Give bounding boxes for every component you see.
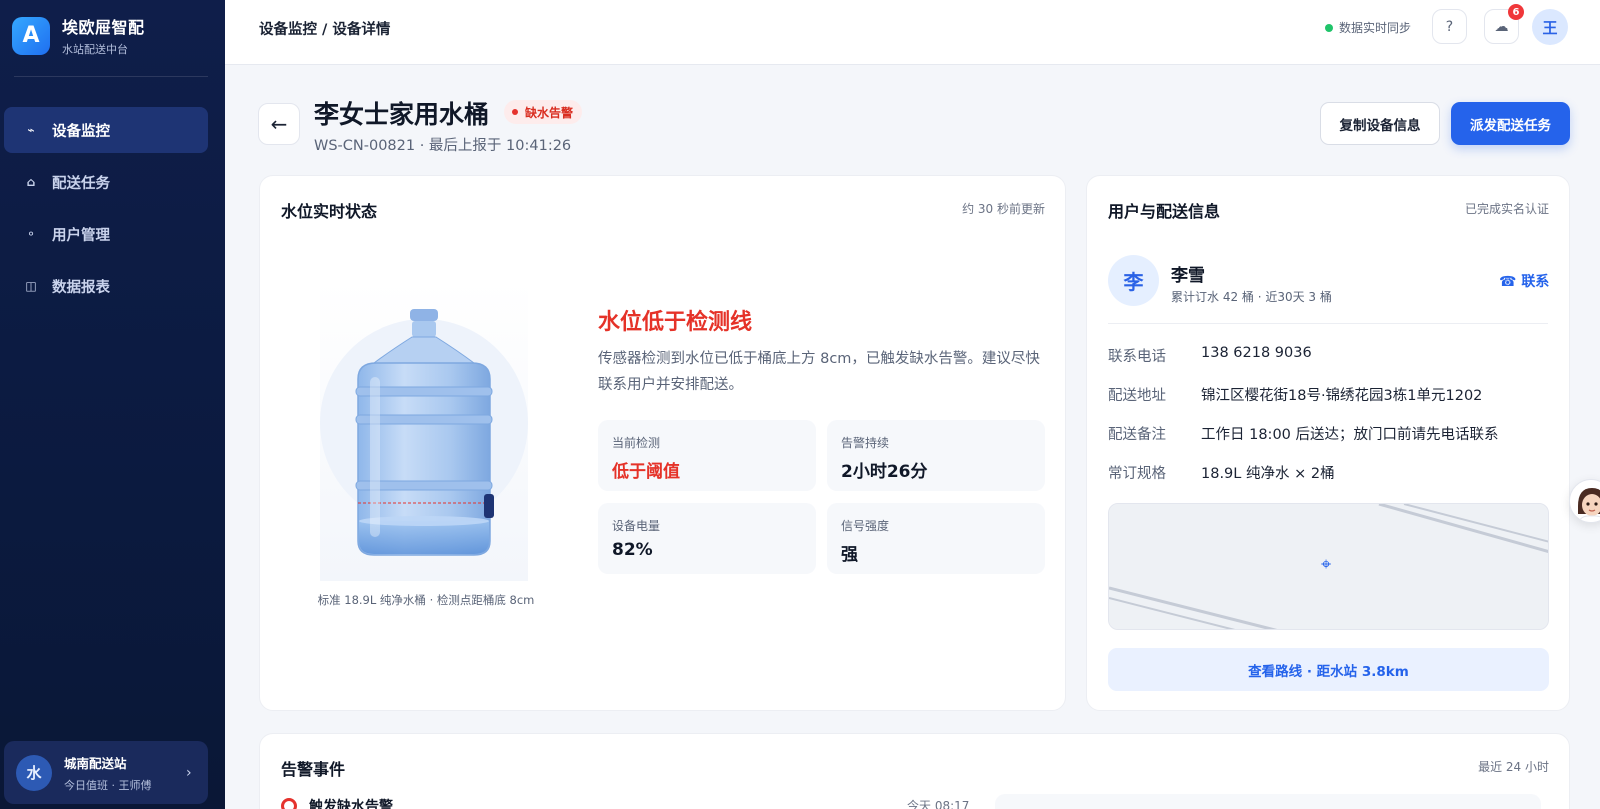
help-button[interactable]: ? bbox=[1432, 9, 1467, 44]
info-value: 锦江区樱花街18号·锦绣花园3栋1单元1202 bbox=[1201, 388, 1483, 404]
water-status-title: 水位低于检测线 bbox=[598, 310, 753, 335]
info-row-phone: 联系电话 138 6218 9036 bbox=[1108, 345, 1312, 366]
sync-text: 数据实时同步 bbox=[1339, 21, 1412, 35]
user-avatar[interactable]: 王 bbox=[1532, 9, 1568, 45]
contact-button[interactable]: ☎ 联系 bbox=[1499, 271, 1549, 291]
stat-value: 低于阈值 bbox=[612, 462, 680, 482]
events-range: 最近 24 小时 bbox=[1478, 760, 1549, 774]
brand-subtitle: 水站配送中台 bbox=[62, 43, 128, 56]
sidebar-item-label: 配送任务 bbox=[52, 175, 110, 192]
view-route-button[interactable]: 查看路线 · 距水站 3.8km bbox=[1108, 648, 1549, 691]
stat-alert-duration: 告警持续 2小时26分 bbox=[827, 420, 1045, 491]
card-title: 水位实时状态 bbox=[281, 202, 378, 221]
status-badge-label: 缺水告警 bbox=[525, 105, 574, 120]
sidebar-item-data-reports[interactable]: ◫ 数据报表 bbox=[4, 263, 208, 309]
water-bottle-icon bbox=[320, 281, 528, 581]
arrow-left-icon: ← bbox=[270, 112, 288, 136]
sidebar-divider bbox=[14, 76, 208, 77]
card-title: 告警事件 bbox=[281, 760, 346, 779]
sync-status: 数据实时同步 bbox=[1325, 19, 1411, 36]
sidebar-item-user-management[interactable]: ⚬ 用户管理 bbox=[4, 211, 208, 257]
divider bbox=[1108, 323, 1548, 324]
info-label: 常订规格 bbox=[1108, 466, 1166, 482]
help-icon: ? bbox=[1445, 18, 1454, 35]
home-icon: ⌂ bbox=[26, 175, 36, 189]
location-pin-icon: ⌖ bbox=[1321, 554, 1332, 575]
stat-label: 当前检测 bbox=[612, 436, 661, 450]
stat-battery: 设备电量 82% bbox=[598, 503, 816, 574]
stat-value: 强 bbox=[841, 545, 858, 565]
alert-dot-icon bbox=[512, 109, 518, 115]
station-name: 城南配送站 bbox=[64, 755, 127, 771]
station-switcher[interactable]: 水 城南配送站 今日值班 · 王师傅 › bbox=[4, 741, 208, 804]
monitor-icon: ⌁ bbox=[27, 123, 35, 137]
info-row-address: 配送地址 锦江区樱花街18号·锦绣花园3栋1单元1202 bbox=[1108, 384, 1482, 405]
user-delivery-card: 用户与配送信息 已完成实名认证 李 李雪 累计订水 42 桶 · 近30天 3 … bbox=[1086, 175, 1570, 711]
sidebar-item-label: 设备监控 bbox=[52, 123, 110, 140]
sidebar: A 埃欧屉智配 水站配送中台 ⌁ 设备监控 ⌂ 配送任务 ⚬ 用户管理 ◫ 数据… bbox=[0, 0, 225, 809]
stat-signal: 信号强度 强 bbox=[827, 503, 1045, 574]
customer-avatar: 李 bbox=[1108, 255, 1159, 306]
info-row-spec: 常订规格 18.9L 纯净水 × 2桶 bbox=[1108, 462, 1335, 483]
event-item[interactable]: 触发缺水告警 bbox=[281, 796, 393, 809]
bell-icon: ☁ bbox=[1494, 18, 1509, 35]
stat-value: 82% bbox=[612, 540, 653, 560]
update-time: 约 30 秒前更新 bbox=[962, 202, 1045, 216]
brand-logo: A bbox=[12, 16, 50, 55]
alert-events-card: 告警事件 最近 24 小时 触发缺水告警 今天 08:17 bbox=[259, 733, 1570, 809]
stat-label: 设备电量 bbox=[612, 519, 661, 533]
brand[interactable]: A 埃欧屉智配 水站配送中台 bbox=[12, 14, 145, 57]
water-status-description: 传感器检测到水位已低于桶底上方 8cm，已触发缺水告警。建议尽快联系用户并安排配… bbox=[598, 351, 1040, 393]
info-label: 配送备注 bbox=[1108, 427, 1166, 443]
chevron-right-icon: › bbox=[186, 764, 192, 781]
breadcrumb: 设备监控 / 设备详情 bbox=[259, 22, 391, 38]
stat-value: 2小时26分 bbox=[841, 462, 928, 482]
info-value: 18.9L 纯净水 × 2桶 bbox=[1201, 466, 1335, 482]
event-time: 今天 08:17 bbox=[907, 799, 970, 809]
top-header: 设备监控 / 设备详情 数据实时同步 ? ☁ 6 王 bbox=[225, 0, 1600, 65]
info-value: 工作日 18:00 后送达；放门口前请先电话联系 bbox=[1201, 427, 1499, 443]
card-title: 用户与配送信息 bbox=[1108, 202, 1221, 221]
sidebar-item-device-monitor[interactable]: ⌁ 设备监控 bbox=[4, 107, 208, 153]
copy-device-info-button[interactable]: 复制设备信息 bbox=[1320, 102, 1440, 145]
device-subtitle: WS-CN-00821 · 最后上报于 10:41:26 bbox=[314, 138, 572, 154]
bottle-caption: 标准 18.9L 纯净水桶 · 检测点距桶底 8cm bbox=[317, 593, 535, 607]
user-icon: ⚬ bbox=[25, 227, 37, 241]
report-icon: ◫ bbox=[25, 279, 37, 293]
station-avatar: 水 bbox=[16, 754, 52, 791]
notification-count-badge: 6 bbox=[1508, 4, 1524, 20]
event-title: 触发缺水告警 bbox=[309, 799, 393, 809]
location-map[interactable]: ⌖ bbox=[1108, 503, 1549, 630]
page-title: 李女士家用水桶 bbox=[314, 100, 490, 129]
info-row-note: 配送备注 工作日 18:00 后送达；放门口前请先电话联系 bbox=[1108, 423, 1499, 444]
event-detail-panel bbox=[995, 794, 1541, 809]
stat-label: 信号强度 bbox=[841, 519, 890, 533]
sync-dot-icon bbox=[1325, 23, 1333, 32]
info-label: 配送地址 bbox=[1108, 388, 1166, 404]
water-bottle-illustration bbox=[320, 281, 528, 581]
notifications-button[interactable]: ☁ 6 bbox=[1484, 4, 1524, 44]
station-duty: 今日值班 · 王师傅 bbox=[64, 778, 152, 792]
alert-ring-icon bbox=[281, 798, 297, 809]
brand-name: 埃欧屉智配 bbox=[62, 18, 145, 37]
info-label: 联系电话 bbox=[1108, 349, 1166, 365]
stat-label: 告警持续 bbox=[841, 436, 890, 450]
info-value: 138 6218 9036 bbox=[1201, 345, 1312, 361]
customer-summary: 累计订水 42 桶 · 近30天 3 桶 bbox=[1171, 290, 1332, 304]
verification-status: 已完成实名认证 bbox=[1464, 202, 1549, 216]
dispatch-task-button[interactable]: 派发配送任务 bbox=[1451, 102, 1570, 145]
water-level-card: 水位实时状态 约 30 秒前更新 标准 18.9L 纯净水桶 · 检测点距桶底 … bbox=[259, 175, 1066, 711]
sidebar-item-delivery-tasks[interactable]: ⌂ 配送任务 bbox=[4, 159, 208, 205]
customer-name: 李雪 bbox=[1171, 266, 1205, 286]
sidebar-item-label: 用户管理 bbox=[52, 227, 110, 244]
stat-current-detection: 当前检测 低于阈值 bbox=[598, 420, 816, 491]
status-badge: 缺水告警 bbox=[504, 100, 583, 124]
sidebar-item-label: 数据报表 bbox=[52, 279, 110, 296]
assistant-avatar-button[interactable] bbox=[1569, 479, 1600, 523]
back-button[interactable]: ← bbox=[258, 103, 300, 145]
assistant-avatar-icon bbox=[1570, 480, 1600, 522]
sidebar-nav: ⌁ 设备监控 ⌂ 配送任务 ⚬ 用户管理 ◫ 数据报表 bbox=[4, 107, 208, 315]
